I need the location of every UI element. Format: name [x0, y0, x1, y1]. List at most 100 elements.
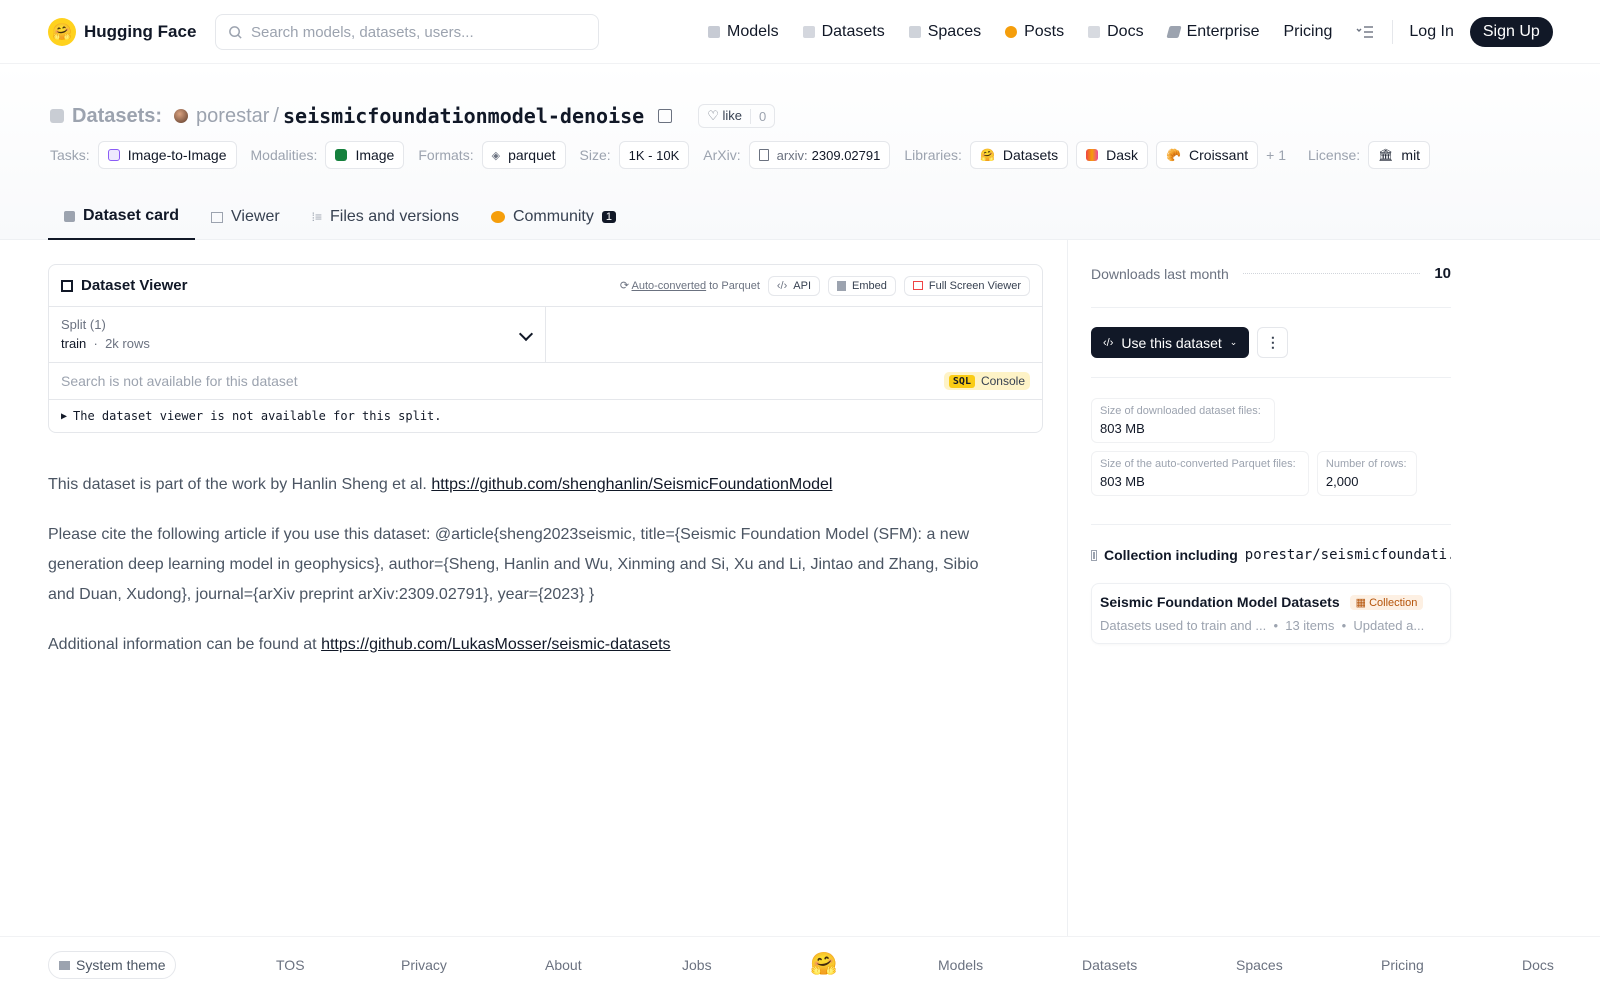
use-dataset-button[interactable]: ‹/› Use this dataset ⌄	[1091, 327, 1250, 358]
cube-icon	[64, 210, 75, 222]
datasets-icon	[50, 109, 64, 123]
console-label: Console	[980, 374, 1025, 388]
nav-divider	[1392, 20, 1394, 44]
theme-toggle[interactable]: System theme	[48, 951, 177, 979]
library-tag-datasets[interactable]: 🤗 Datasets	[969, 141, 1069, 169]
downloads-value: 10	[1434, 265, 1451, 282]
use-dataset-label: Use this dataset	[1121, 334, 1222, 351]
tab-viewer[interactable]: Viewer	[195, 194, 296, 240]
tab-community[interactable]: Community 1	[475, 194, 632, 240]
nav-models[interactable]: Models	[708, 23, 779, 41]
license-label: License:	[1308, 147, 1361, 163]
collection-badge-icon: ▦	[1355, 596, 1370, 609]
book-icon	[1088, 26, 1101, 38]
login-link[interactable]: Log In	[1409, 23, 1453, 41]
footer-docs[interactable]: Docs	[1522, 957, 1554, 973]
footer-privacy[interactable]: Privacy	[401, 957, 447, 973]
size-tag[interactable]: 1K - 10K	[618, 141, 690, 169]
search-box[interactable]	[215, 14, 599, 50]
github-link-seismic-datasets[interactable]: https://github.com/LukasMosser/seismic-d…	[321, 636, 670, 653]
footer-spaces[interactable]: Spaces	[1236, 957, 1283, 973]
auto-converted-link[interactable]: Auto-converted	[632, 280, 707, 292]
license-tag-label: mit	[1401, 147, 1421, 163]
split-name: train	[61, 336, 87, 351]
nav-pricing[interactable]: Pricing	[1283, 23, 1332, 41]
card-paragraph-2: Please cite the following article if you…	[48, 526, 979, 603]
downloads-dots	[1242, 273, 1421, 274]
nav-posts-label: Posts	[1024, 23, 1065, 40]
community-count-badge: 1	[601, 211, 616, 223]
nav-datasets-label: Datasets	[821, 23, 885, 40]
search-input[interactable]	[251, 23, 581, 41]
nav-spaces[interactable]: Spaces	[908, 23, 982, 41]
more-options-button[interactable]: ⋮	[1257, 327, 1289, 358]
nav-datasets[interactable]: Datasets	[802, 23, 885, 41]
nav-posts[interactable]: Posts	[1005, 23, 1064, 41]
main-nav: Models Datasets Spaces Posts Docs Enterp…	[708, 0, 1553, 64]
chevron-down-icon: ⌄	[1229, 337, 1238, 347]
parquet-size-label: Size of the auto-converted Parquet files…	[1100, 458, 1296, 470]
tab-files-label: Files and versions	[330, 208, 459, 225]
footer-tos[interactable]: TOS	[276, 957, 305, 973]
rows-box: Number of rows: 2,000	[1316, 451, 1417, 496]
brand-link[interactable]: 🤗 Hugging Face	[48, 17, 196, 46]
split-sep: ·	[86, 336, 106, 351]
section-label[interactable]: Datasets:	[72, 105, 162, 128]
library-tag-croissant[interactable]: 🥐 Croissant	[1156, 141, 1259, 169]
collection-badge: ▦ Collection	[1349, 594, 1424, 610]
owner-avatar	[174, 109, 189, 123]
collection-badge-text: Collection	[1369, 596, 1418, 609]
footer-jobs[interactable]: Jobs	[682, 957, 712, 973]
viewer-search: Search is not available for this dataset…	[49, 363, 1042, 400]
format-tag-label: parquet	[508, 147, 556, 163]
sql-console-button[interactable]: SQL Console	[943, 372, 1030, 390]
split-label: Split (1)	[61, 317, 106, 332]
footer-logo-icon[interactable]: 🤗	[810, 951, 837, 977]
menu-icon	[1356, 26, 1374, 38]
arxiv-label: ArXiv:	[703, 147, 741, 163]
viewer-unavailable[interactable]: ▶ The dataset viewer is not available for…	[49, 400, 1042, 432]
format-tag[interactable]: ◈ parquet	[481, 141, 566, 169]
downloads-label: Downloads last month	[1091, 265, 1229, 282]
tab-files[interactable]: ⁞≡ Files and versions	[296, 194, 475, 240]
library-tag-dask[interactable]: Dask	[1076, 141, 1149, 169]
collection-card[interactable]: Seismic Foundation Model Datasets ▦ Colle…	[1091, 583, 1451, 644]
size-tag-label: 1K - 10K	[628, 147, 680, 163]
license-tag[interactable]: 🏛 mit	[1368, 141, 1431, 169]
footer-pricing[interactable]: Pricing	[1381, 957, 1424, 973]
copy-icon[interactable]	[658, 109, 673, 123]
like-button[interactable]: ♡ like 0	[698, 104, 776, 128]
footer-models[interactable]: Models	[938, 957, 983, 973]
split-select[interactable]: Split (1) train · 2k rows	[49, 307, 546, 362]
download-size-box: Size of downloaded dataset files: 803 MB	[1091, 398, 1275, 443]
owner-link[interactable]: porestar	[196, 105, 269, 128]
downloads-stat: Downloads last month 10	[1091, 240, 1451, 308]
heart-icon: ♡	[707, 108, 723, 123]
repo-name[interactable]: seismicfoundationmodel-denoise	[283, 104, 644, 128]
footer-about[interactable]: About	[545, 957, 582, 973]
signup-button[interactable]: Sign Up	[1469, 17, 1553, 47]
nav-spaces-label: Spaces	[927, 23, 982, 40]
modality-tag[interactable]: Image	[325, 141, 405, 169]
tab-dataset-card[interactable]: Dataset card	[48, 194, 196, 240]
task-tag[interactable]: Image-to-Image	[97, 141, 237, 169]
image-icon	[335, 149, 348, 161]
nav-docs[interactable]: Docs	[1088, 23, 1144, 41]
table-icon	[211, 211, 224, 223]
code-icon: ‹/›	[1103, 336, 1114, 349]
arxiv-id: 2309.02791	[811, 147, 881, 163]
libraries-more[interactable]: + 1	[1266, 147, 1286, 163]
github-link-sfm[interactable]: https://github.com/shenghanlin/SeismicFo…	[431, 476, 832, 493]
arxiv-tag[interactable]: arxiv: 2309.02791	[748, 141, 891, 169]
api-button[interactable]: ‹/› API	[767, 275, 821, 296]
more-menu-button[interactable]	[1356, 25, 1374, 39]
nav-enterprise[interactable]: Enterprise	[1165, 23, 1259, 41]
fullscreen-button[interactable]: Full Screen Viewer	[903, 275, 1030, 296]
embed-button[interactable]: Embed	[828, 275, 896, 296]
tab-card-label: Dataset card	[83, 207, 180, 224]
collection-icon	[1091, 549, 1097, 561]
like-count[interactable]: 0	[750, 108, 774, 124]
footer-datasets[interactable]: Datasets	[1082, 957, 1137, 973]
refresh-icon: ⟳	[619, 280, 632, 292]
croissant-icon: 🥐	[1166, 148, 1182, 162]
